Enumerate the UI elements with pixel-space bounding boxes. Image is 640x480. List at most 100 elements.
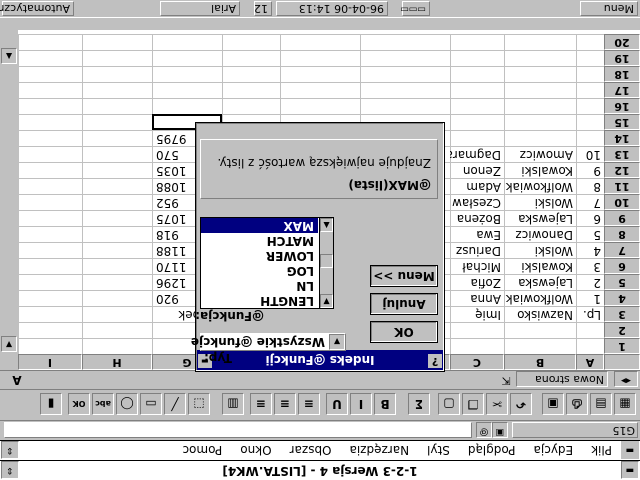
menu-item-4[interactable]: Narzędzia <box>350 443 410 457</box>
cell-reference[interactable]: G15 <box>512 422 638 438</box>
row-header-19[interactable]: 19 <box>604 50 640 66</box>
row-header-16[interactable]: 16 <box>604 98 640 114</box>
cell-c7[interactable]: Dariusz <box>450 242 504 258</box>
menu-item-2[interactable]: Podgląd <box>468 443 516 457</box>
cell-b11[interactable]: Wolfkowiak <box>504 178 576 194</box>
function-list-item[interactable]: MATCH <box>201 233 318 248</box>
align-center-icon[interactable]: ≡ <box>274 393 296 415</box>
function-list[interactable]: ▼ ▲ LENGTH LN LOG LOWER MATCH MAX <box>200 217 334 309</box>
cell-c5[interactable]: Zofia <box>450 274 504 290</box>
print-icon[interactable]: ⎙ <box>566 393 588 415</box>
cell-c8[interactable]: Ewa <box>450 226 504 242</box>
menu-item-6[interactable]: Okno <box>240 443 271 457</box>
row-header-20[interactable]: 20 <box>604 34 640 50</box>
function-list-item[interactable]: LN <box>201 278 318 293</box>
preview-icon[interactable]: ▦ <box>614 393 636 415</box>
abc-icon[interactable]: abc <box>92 393 114 415</box>
cell-b12[interactable]: Kowalski <box>504 162 576 178</box>
cell-c3[interactable]: Imię <box>450 306 504 322</box>
column-header-h[interactable]: H <box>82 354 152 370</box>
menu-item-7[interactable]: Pomoc <box>182 443 222 457</box>
type-select[interactable]: ▼ Wszystkie @funkcje <box>191 333 346 351</box>
save-icon[interactable]: ▤ <box>590 393 612 415</box>
tab-split-icon[interactable]: ⇱ <box>498 371 514 387</box>
cell-b13[interactable]: Amowicz <box>504 146 576 162</box>
rect-icon[interactable]: ▭ <box>140 393 162 415</box>
cell-c6[interactable]: Michał <box>450 258 504 274</box>
menu-item-3[interactable]: Styl <box>427 443 450 457</box>
cut-icon[interactable]: ✂ <box>486 393 508 415</box>
row-header-4[interactable]: 4 <box>604 290 640 306</box>
cell-c12[interactable]: Zenon <box>450 162 504 178</box>
scroll-thumb[interactable] <box>320 254 333 268</box>
vertical-scrollbar[interactable]: ▼ ▲ <box>0 30 18 370</box>
ok-button[interactable]: OK <box>370 321 438 343</box>
ok-icon[interactable]: OK <box>68 393 90 415</box>
row-header-7[interactable]: 7 <box>604 242 640 258</box>
cell-c4[interactable]: Anna <box>450 290 504 306</box>
column-header-c[interactable]: C <box>450 354 504 370</box>
cancel-button[interactable]: Anuluj <box>370 293 438 315</box>
new-sheet-button[interactable]: Nowa strona <box>516 371 608 387</box>
menu-button[interactable]: Menu >> <box>370 265 438 287</box>
row-header-10[interactable]: 10 <box>604 194 640 210</box>
align-right-icon[interactable]: ≡ <box>250 393 272 415</box>
function-list-item[interactable]: MAX <box>201 218 318 233</box>
function-list-item[interactable]: LOG <box>201 263 318 278</box>
sheet-tab-a[interactable]: A <box>6 371 28 387</box>
row-header-6[interactable]: 6 <box>604 258 640 274</box>
row-header-15[interactable]: 15 <box>604 114 640 130</box>
cell-b3[interactable]: Nazwisko <box>504 306 576 322</box>
function-list-item[interactable]: LOWER <box>201 248 318 263</box>
status-font-size[interactable]: 12 <box>254 1 272 16</box>
underline-icon[interactable]: U <box>326 393 348 415</box>
cell-b9[interactable]: Lajewska <box>504 210 576 226</box>
row-header-2[interactable]: 2 <box>604 322 640 338</box>
formula-bar[interactable] <box>4 422 472 438</box>
sum-icon[interactable]: Σ <box>408 393 430 415</box>
row-header-1[interactable]: 1 <box>604 338 640 354</box>
italic-icon[interactable]: I <box>350 393 372 415</box>
chevron-down-icon[interactable]: ▼ <box>320 294 333 308</box>
menu-item-0[interactable]: Plik <box>591 443 612 457</box>
chevron-down-icon[interactable]: ▼ <box>329 334 345 350</box>
chevron-up-icon[interactable]: ▲ <box>320 218 333 232</box>
status-font[interactable]: Arial <box>160 1 240 16</box>
doc-system-menu-icon[interactable]: ▬ <box>621 441 639 459</box>
grid-corner[interactable] <box>604 354 640 370</box>
cell-b8[interactable]: Danowicz <box>504 226 576 242</box>
cell-c10[interactable]: Czesław <box>450 194 504 210</box>
copy-icon[interactable]: ❐ <box>462 393 484 415</box>
scroll-down-icon[interactable]: ▼ <box>1 336 17 352</box>
row-header-8[interactable]: 8 <box>604 226 640 242</box>
row-header-3[interactable]: 3 <box>604 306 640 322</box>
cell-b6[interactable]: Kowalski <box>504 258 576 274</box>
row-header-11[interactable]: 11 <box>604 178 640 194</box>
cell-b5[interactable]: Lajewska <box>504 274 576 290</box>
ellipse-icon[interactable]: ◯ <box>116 393 138 415</box>
cell-b4[interactable]: Wolfkowiak <box>504 290 576 306</box>
select-icon[interactable]: ⬚ <box>188 393 210 415</box>
line-icon[interactable]: ╱ <box>164 393 186 415</box>
scroll-up-icon[interactable]: ▲ <box>1 48 17 64</box>
align-left-icon[interactable]: ≡ <box>298 393 320 415</box>
menu-item-1[interactable]: Edycja <box>534 443 574 457</box>
list-scrollbar[interactable]: ▼ ▲ <box>319 218 333 308</box>
row-header-17[interactable]: 17 <box>604 82 640 98</box>
cell-b10[interactable]: Wolski <box>504 194 576 210</box>
restore-icon[interactable]: ⇕ <box>1 461 19 479</box>
paste-icon[interactable]: ▢ <box>438 393 460 415</box>
row-header-9[interactable]: 9 <box>604 210 640 226</box>
menu-item-5[interactable]: Obszar <box>290 443 332 457</box>
status-ready[interactable]: Menu <box>580 1 638 16</box>
row-header-12[interactable]: 12 <box>604 162 640 178</box>
cell-c9[interactable]: Bożena <box>450 210 504 226</box>
doc-restore-icon[interactable]: ⇕ <box>1 441 19 459</box>
bold-icon[interactable]: B <box>374 393 396 415</box>
cell-c11[interactable]: Adam <box>450 178 504 194</box>
format-icon[interactable]: ▥ <box>222 393 244 415</box>
function-icon[interactable]: @ <box>476 422 492 438</box>
help-icon[interactable]: ? <box>428 354 442 368</box>
row-header-14[interactable]: 14 <box>604 130 640 146</box>
cell-b7[interactable]: Wolski <box>504 242 576 258</box>
